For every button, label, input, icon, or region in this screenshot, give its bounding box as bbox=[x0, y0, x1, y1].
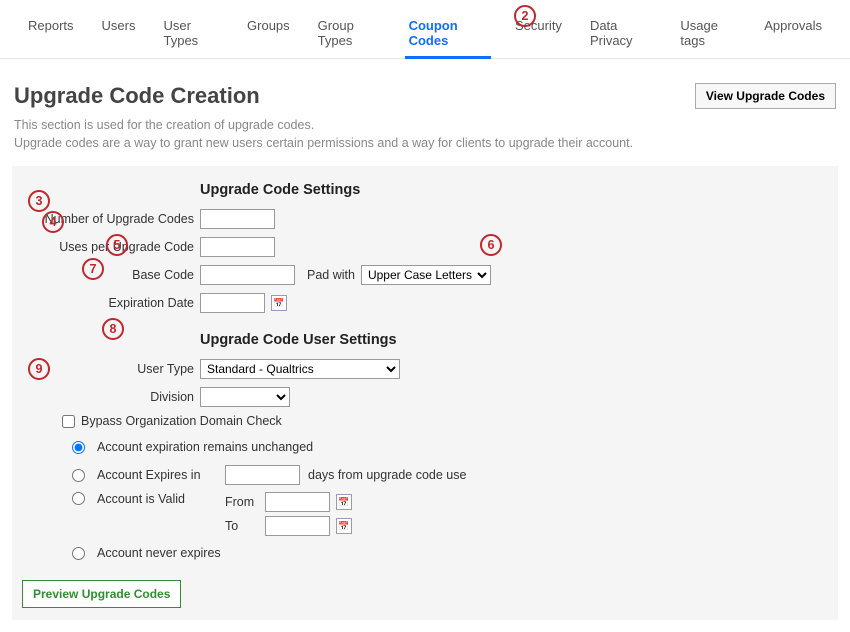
top-nav: Reports Users User Types Groups Group Ty… bbox=[0, 0, 850, 59]
from-label: From bbox=[225, 495, 259, 509]
num-codes-input[interactable] bbox=[200, 209, 275, 229]
nav-data-privacy[interactable]: Data Privacy bbox=[576, 10, 666, 58]
nav-coupon-codes[interactable]: Coupon Codes bbox=[395, 10, 501, 58]
expiration-date-input[interactable] bbox=[200, 293, 265, 313]
nav-reports[interactable]: Reports bbox=[14, 10, 88, 58]
valid-from-input[interactable] bbox=[265, 492, 330, 512]
settings-panel: Upgrade Code Settings Number of Upgrade … bbox=[12, 166, 838, 620]
nav-user-types[interactable]: User Types bbox=[149, 10, 233, 58]
view-upgrade-codes-button[interactable]: View Upgrade Codes bbox=[695, 83, 836, 109]
expires-in-days-input[interactable] bbox=[225, 465, 300, 485]
page-title: Upgrade Code Creation bbox=[14, 83, 260, 109]
user-settings-title: Upgrade Code User Settings bbox=[200, 332, 838, 348]
uses-per-input[interactable] bbox=[200, 237, 275, 257]
user-type-select[interactable]: Standard - Qualtrics bbox=[200, 359, 400, 379]
to-label: To bbox=[225, 519, 259, 533]
expiration-date-label: Expiration Date bbox=[12, 296, 200, 310]
radio-never-label: Account never expires bbox=[97, 546, 221, 560]
nav-groups[interactable]: Groups bbox=[233, 10, 304, 58]
division-select[interactable] bbox=[200, 387, 290, 407]
upgrade-code-settings-title: Upgrade Code Settings bbox=[200, 182, 838, 198]
base-code-input[interactable] bbox=[200, 265, 295, 285]
radio-expires-in-label: Account Expires in bbox=[97, 468, 207, 482]
base-code-label: Base Code bbox=[12, 268, 200, 282]
radio-expires-in[interactable] bbox=[72, 469, 85, 482]
bypass-domain-checkbox[interactable] bbox=[62, 415, 75, 428]
nav-approvals[interactable]: Approvals bbox=[750, 10, 836, 58]
nav-group-types[interactable]: Group Types bbox=[304, 10, 395, 58]
calendar-icon[interactable]: 📅 bbox=[271, 295, 287, 311]
division-label: Division bbox=[12, 390, 200, 404]
valid-to-input[interactable] bbox=[265, 516, 330, 536]
uses-per-label: Uses per Upgrade Code bbox=[12, 240, 200, 254]
num-codes-label: Number of Upgrade Codes bbox=[12, 212, 200, 226]
radio-valid-label: Account is Valid bbox=[97, 492, 207, 506]
nav-security[interactable]: Security bbox=[501, 10, 576, 58]
pad-with-select[interactable]: Upper Case Letters bbox=[361, 265, 491, 285]
nav-users[interactable]: Users bbox=[88, 10, 150, 58]
radio-never-expires[interactable] bbox=[72, 547, 85, 560]
calendar-icon[interactable]: 📅 bbox=[336, 494, 352, 510]
pad-with-label: Pad with bbox=[307, 268, 355, 282]
preview-upgrade-codes-button[interactable]: Preview Upgrade Codes bbox=[22, 580, 181, 608]
user-type-label: User Type bbox=[12, 362, 200, 376]
calendar-icon[interactable]: 📅 bbox=[336, 518, 352, 534]
radio-valid-range[interactable] bbox=[72, 492, 85, 505]
radio-unchanged-label: Account expiration remains unchanged bbox=[97, 440, 313, 454]
bypass-domain-label: Bypass Organization Domain Check bbox=[81, 414, 282, 428]
expires-in-suffix: days from upgrade code use bbox=[308, 468, 466, 482]
radio-unchanged[interactable] bbox=[72, 441, 85, 454]
nav-usage-tags[interactable]: Usage tags bbox=[666, 10, 750, 58]
help-text: This section is used for the creation of… bbox=[0, 117, 850, 166]
